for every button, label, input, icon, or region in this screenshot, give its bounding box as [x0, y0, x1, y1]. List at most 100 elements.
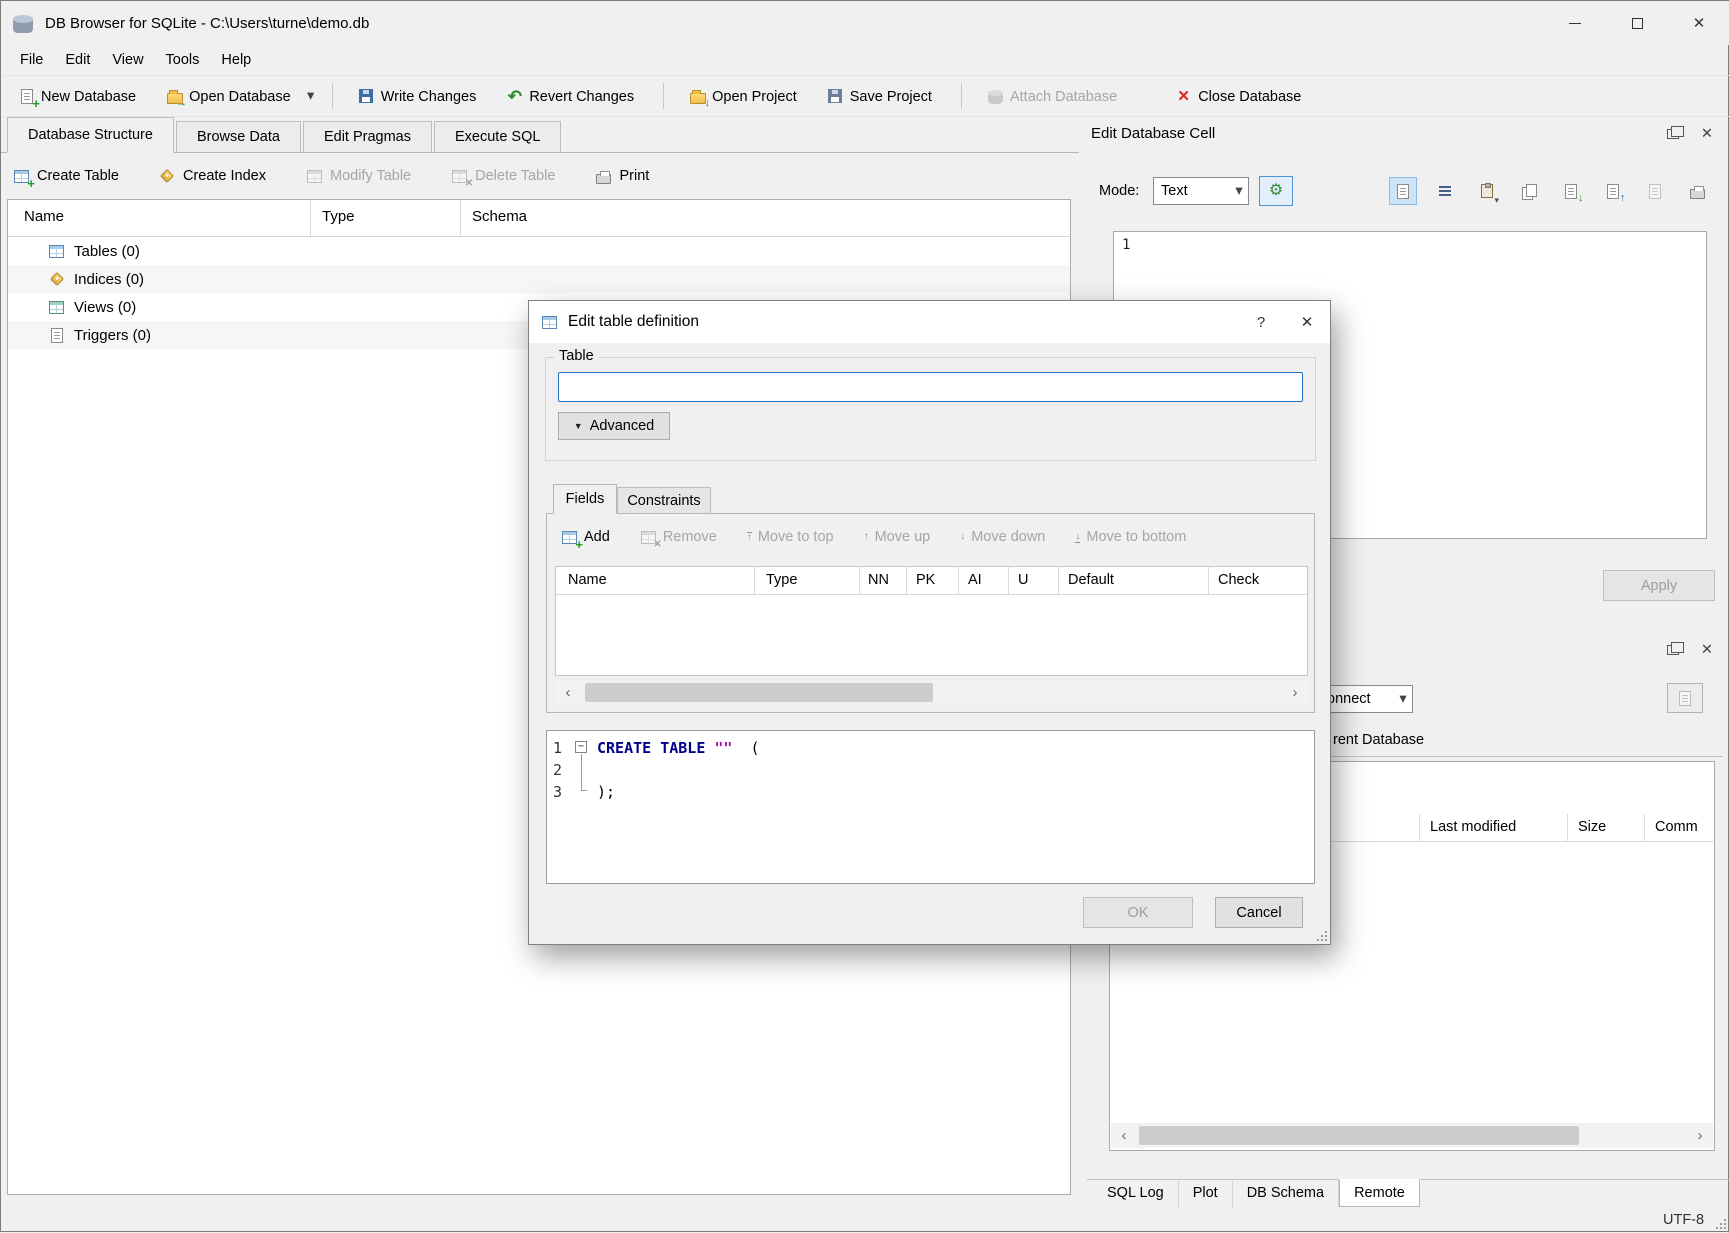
- add-field-button[interactable]: + Add: [561, 529, 610, 546]
- column-default[interactable]: Default: [1068, 572, 1114, 588]
- tab-browse-data[interactable]: Browse Data: [176, 121, 301, 152]
- tab-db-schema[interactable]: DB Schema: [1233, 1179, 1339, 1207]
- column-name[interactable]: Name: [24, 208, 64, 225]
- save-cell-button: [1641, 177, 1669, 205]
- remote-hscrollbar[interactable]: ‹ ›: [1111, 1123, 1713, 1148]
- app-icon: [11, 11, 35, 35]
- import-button[interactable]: ↓: [1557, 177, 1585, 205]
- add-field-icon: +: [561, 529, 578, 546]
- table-name-input[interactable]: [558, 372, 1303, 402]
- app-window: { "window": { "title": "DB Browser for S…: [0, 0, 1729, 1232]
- dialog-titlebar[interactable]: Edit table definition ? ✕: [529, 301, 1330, 343]
- menu-bar: File Edit View Tools Help: [1, 45, 1729, 75]
- save-project-button[interactable]: Save Project: [818, 80, 941, 112]
- remote-settings-button[interactable]: [1667, 683, 1703, 713]
- mode-settings-button[interactable]: ⚙: [1259, 176, 1293, 206]
- close-panel-button[interactable]: ✕: [1695, 123, 1719, 145]
- menu-tools[interactable]: Tools: [155, 48, 211, 72]
- title-bar[interactable]: DB Browser for SQLite - C:\Users\turne\d…: [1, 1, 1729, 45]
- scroll-left-icon[interactable]: ‹: [1111, 1123, 1137, 1148]
- tab-edit-pragmas[interactable]: Edit Pragmas: [303, 121, 432, 152]
- scrollbar-thumb[interactable]: [1139, 1126, 1579, 1145]
- text-view-button[interactable]: [1389, 177, 1417, 205]
- column-nn[interactable]: NN: [868, 572, 889, 588]
- close-button[interactable]: ✕: [1668, 1, 1729, 45]
- menu-file[interactable]: File: [9, 48, 54, 72]
- tab-database-structure[interactable]: Database Structure: [7, 117, 174, 153]
- scroll-right-icon[interactable]: ›: [1687, 1123, 1713, 1148]
- print-cell-button[interactable]: [1683, 177, 1711, 205]
- save-icon: [1649, 184, 1661, 199]
- open-project-button[interactable]: ↓ Open Project: [680, 80, 806, 112]
- tree-item-tables[interactable]: Tables (0): [8, 237, 1070, 265]
- tab-fields[interactable]: Fields: [553, 484, 617, 514]
- create-index-button[interactable]: Create Index: [159, 168, 266, 185]
- tab-remote[interactable]: Remote: [1339, 1179, 1420, 1207]
- tab-current-database[interactable]: rent Database: [1333, 732, 1424, 748]
- cancel-button[interactable]: Cancel: [1215, 897, 1303, 928]
- column-ai[interactable]: AI: [968, 572, 982, 588]
- float-panel-button[interactable]: [1661, 123, 1685, 145]
- menu-view[interactable]: View: [101, 48, 154, 72]
- edit-cell-panel-title: Edit Database Cell: [1091, 125, 1215, 142]
- move-to-top-button: ↑ Move to top: [747, 529, 834, 545]
- export-button[interactable]: ↑: [1599, 177, 1627, 205]
- column-u[interactable]: U: [1018, 572, 1028, 588]
- close-database-icon: ✕: [1175, 88, 1192, 105]
- fields-table: Name Type NN PK AI U Default Check: [555, 566, 1308, 676]
- table-icon: [541, 314, 558, 331]
- menu-help[interactable]: Help: [210, 48, 262, 72]
- tab-sql-log[interactable]: SQL Log: [1093, 1179, 1179, 1207]
- fields-hscrollbar[interactable]: ‹ ›: [555, 680, 1308, 705]
- tab-constraints[interactable]: Constraints: [617, 487, 711, 514]
- tree-item-indices[interactable]: Indices (0): [8, 265, 1070, 293]
- tab-plot[interactable]: Plot: [1179, 1179, 1233, 1207]
- float-panel-button[interactable]: [1661, 639, 1685, 661]
- write-changes-button[interactable]: Write Changes: [349, 80, 486, 112]
- paste-button[interactable]: ▾: [1473, 177, 1501, 205]
- sql-preview[interactable]: 1 2 3 − CREATE TABLE "" ( );: [546, 730, 1315, 884]
- print-button[interactable]: Print: [595, 168, 649, 185]
- scroll-left-icon[interactable]: ‹: [555, 680, 581, 705]
- maximize-button[interactable]: [1606, 1, 1668, 45]
- column-size[interactable]: Size: [1578, 819, 1606, 835]
- column-pk[interactable]: PK: [916, 572, 935, 588]
- minimize-button[interactable]: [1544, 1, 1606, 45]
- dialog-resize-grip[interactable]: [1317, 931, 1327, 941]
- revert-changes-button[interactable]: ↶ Revert Changes: [497, 80, 643, 112]
- close-icon: ✕: [1701, 642, 1713, 658]
- column-type[interactable]: Type: [766, 572, 797, 588]
- new-database-button[interactable]: + New Database: [9, 80, 145, 112]
- create-table-button[interactable]: + Create Table: [13, 168, 119, 185]
- copy-button[interactable]: [1515, 177, 1543, 205]
- dialog-close-button[interactable]: ✕: [1284, 301, 1330, 343]
- scrollbar-thumb[interactable]: [585, 683, 933, 702]
- column-schema[interactable]: Schema: [472, 208, 527, 225]
- column-commit[interactable]: Comm: [1655, 819, 1698, 835]
- mode-label: Mode:: [1099, 183, 1139, 199]
- move-down-button: ↓ Move down: [960, 529, 1045, 545]
- encoding-indicator[interactable]: UTF-8: [1663, 1212, 1704, 1228]
- export-icon: ↑: [1605, 183, 1622, 200]
- advanced-button[interactable]: ▼ Advanced: [558, 412, 670, 440]
- open-database-dropdown[interactable]: ▾: [302, 80, 320, 112]
- tab-execute-sql[interactable]: Execute SQL: [434, 121, 561, 152]
- word-wrap-button[interactable]: [1431, 177, 1459, 205]
- close-database-button[interactable]: ✕ Close Database: [1166, 80, 1310, 112]
- code-fold-icon[interactable]: −: [575, 741, 587, 753]
- mode-select[interactable]: Text ▾: [1153, 177, 1249, 205]
- column-check[interactable]: Check: [1218, 572, 1259, 588]
- window-resize-grip[interactable]: [1716, 1219, 1726, 1229]
- close-icon: ✕: [1693, 14, 1706, 32]
- save-project-icon: [827, 88, 844, 105]
- column-name[interactable]: Name: [568, 572, 607, 588]
- column-last-modified[interactable]: Last modified: [1430, 819, 1516, 835]
- scroll-right-icon[interactable]: ›: [1282, 680, 1308, 705]
- open-database-button[interactable]: → Open Database: [157, 80, 300, 112]
- menu-edit[interactable]: Edit: [54, 48, 101, 72]
- modify-table-button: Modify Table: [306, 168, 411, 185]
- identity-select[interactable]: onnect ▾: [1319, 685, 1413, 713]
- column-type[interactable]: Type: [322, 208, 355, 225]
- help-button[interactable]: ?: [1238, 301, 1284, 343]
- close-panel-button[interactable]: ✕: [1695, 639, 1719, 661]
